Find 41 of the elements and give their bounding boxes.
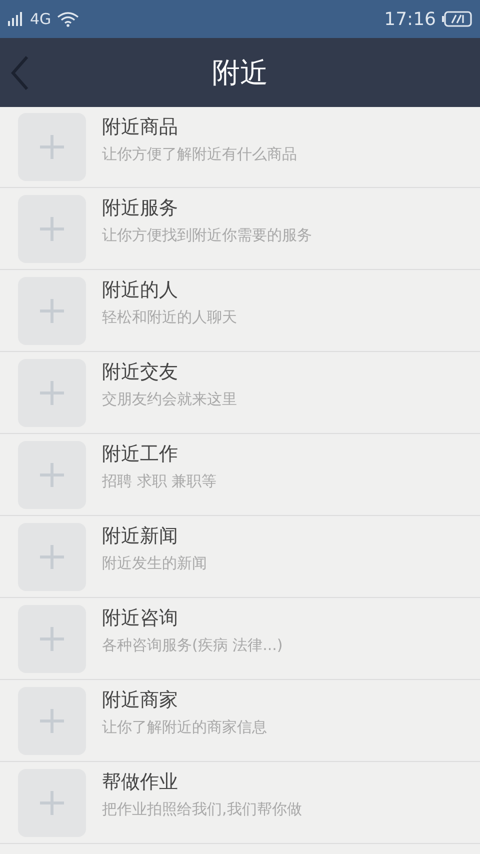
add-placeholder-icon [18, 194, 86, 262]
item-description: 让你了解附近的商家信息 [102, 717, 267, 737]
item-description: 交朋友约会就来这里 [102, 389, 237, 409]
item-description: 把作业拍照给我们,我们帮你做 [102, 799, 302, 819]
item-description: 让你方便找到附近你需要的服务 [102, 225, 312, 245]
list-item[interactable]: 帮做作业 把作业拍照给我们,我们帮你做 [0, 762, 480, 844]
item-title: 附近新闻 [102, 524, 179, 549]
add-placeholder-icon [18, 276, 86, 344]
add-placeholder-icon [18, 522, 86, 590]
list-item[interactable]: 附近新闻 附近发生的新闻 [0, 516, 480, 598]
list-item[interactable]: 附近商品 让你方便了解附近有什么商品 [0, 107, 480, 188]
item-title: 附近的人 [102, 278, 179, 303]
list-item[interactable]: 附近工作 招聘 求职 兼职等 [0, 434, 480, 516]
item-title: 附近商家 [102, 688, 179, 713]
item-title: 附近服务 [102, 196, 179, 221]
item-title: 附近咨询 [102, 606, 179, 631]
add-placeholder-icon [18, 358, 86, 426]
item-title: 附近商品 [102, 115, 179, 140]
list-item[interactable]: 附近咨询 各种咨询服务(疾病 法律...) [0, 598, 480, 680]
network-type: 4G [30, 10, 52, 28]
item-title: 附近工作 [102, 442, 179, 467]
list-item[interactable]: 附近交友 交朋友约会就来这里 [0, 352, 480, 434]
add-placeholder-icon [18, 113, 86, 181]
clock-time: 17:16 [384, 8, 436, 30]
add-placeholder-icon [18, 768, 86, 836]
list-item[interactable]: 附近服务 让你方便找到附近你需要的服务 [0, 188, 480, 270]
item-description: 各种咨询服务(疾病 法律...) [102, 635, 283, 655]
list-item[interactable]: 附近的人 轻松和附近的人聊天 [0, 270, 480, 352]
item-description: 招聘 求职 兼职等 [102, 471, 217, 491]
add-placeholder-icon [18, 604, 86, 672]
page-title: 附近 [212, 54, 268, 90]
item-description: 轻松和附近的人聊天 [102, 307, 237, 327]
item-description: 附近发生的新闻 [102, 553, 207, 573]
item-description: 让你方便了解附近有什么商品 [102, 144, 297, 164]
add-placeholder-icon [18, 686, 86, 754]
add-placeholder-icon [18, 440, 86, 508]
battery-icon [442, 11, 472, 27]
item-title: 帮做作业 [102, 770, 179, 795]
wifi-icon [57, 11, 80, 27]
list-item[interactable]: 附近商家 让你了解附近的商家信息 [0, 680, 480, 762]
item-title: 附近交友 [102, 360, 179, 385]
